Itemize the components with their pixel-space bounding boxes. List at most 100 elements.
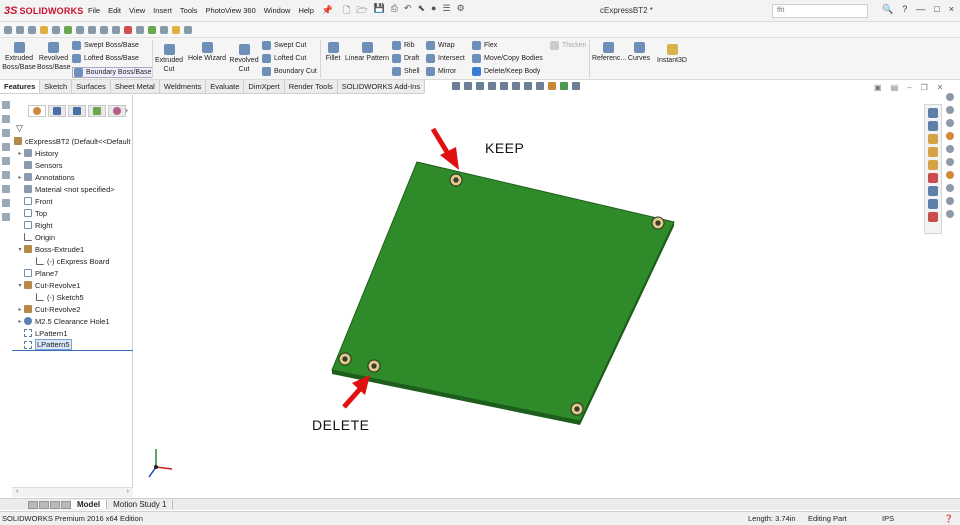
crossing-icon[interactable] [88,25,96,34]
flex-button[interactable]: Flex [472,41,497,50]
file-explorer-icon[interactable] [928,147,938,157]
hide-show-icon[interactable] [536,82,544,90]
menu-photoview[interactable]: PhotoView 360 [205,4,255,17]
shell-button[interactable]: Shell [392,67,420,76]
view-palette-icon[interactable] [928,160,938,170]
smart-dimension-icon[interactable] [4,25,12,34]
mounting-hole[interactable] [651,216,665,230]
tab-weldments[interactable]: Weldments [160,80,207,93]
section-icon[interactable] [64,25,72,34]
revolved-boss-button[interactable]: Revolved Boss/Base [37,42,70,72]
view-icon-5[interactable] [946,145,954,153]
mass-properties-icon[interactable] [52,25,60,34]
maximize-button[interactable]: □ [934,4,939,15]
tree-item-right-plane[interactable]: Right [12,219,133,231]
tree-item-front-plane[interactable]: Front [12,195,133,207]
viewport-close-icon[interactable]: ✕ [937,83,944,92]
viewport-tile-icon[interactable]: ▣ [874,83,882,92]
triad-icon[interactable] [100,25,108,34]
view-icon-7[interactable] [946,171,954,179]
move-copy-bodies-button[interactable]: Move/Copy Bodies [472,54,543,63]
solidworks-logo[interactable]: 3S SOLIDWORKS [0,5,83,17]
swept-boss-button[interactable]: Swept Boss/Base [72,41,139,50]
help-icon[interactable]: ❓ [944,514,953,523]
tree-item-sketch5[interactable]: (-) Sketch5 [12,291,133,303]
feature-manager-tab[interactable] [28,105,46,117]
tree-item-annotations[interactable]: ▸ Annotations [12,171,133,183]
menu-window[interactable]: Window [264,4,291,17]
rebuild-icon[interactable]: ● [431,3,436,19]
menu-help[interactable]: Help [298,4,313,17]
menu-view[interactable]: View [129,4,145,17]
tab-sheet-metal[interactable]: Sheet Metal [111,80,160,93]
tree-item-lpattern1[interactable]: LPattern1 [12,327,133,339]
strip-icon-1[interactable] [2,101,10,109]
forum-icon[interactable] [928,199,938,209]
instant3d-small-icon[interactable] [136,25,144,34]
tree-root[interactable]: cExpressBT2 (Default<<Default [12,135,133,147]
view-icon-8[interactable] [946,184,954,192]
view-icon-4[interactable] [946,132,954,140]
property-manager-tab[interactable] [48,105,66,117]
tab-motion-study[interactable]: Motion Study 1 [107,500,174,509]
save-icon[interactable]: 💾 [374,3,385,19]
close-button[interactable]: × [949,4,954,15]
measure-icon[interactable] [40,25,48,34]
mirror-button[interactable]: Mirror [426,67,456,76]
tab-features[interactable]: Features [0,80,41,93]
select-icon[interactable]: ⬉ [418,3,426,19]
settings-icon[interactable] [184,25,192,34]
dimxpert-manager-tab[interactable] [88,105,106,117]
view-orientation-icon[interactable] [512,82,520,90]
help-button[interactable]: ? [902,4,907,15]
menu-tools[interactable]: Tools [180,4,198,17]
view-icon-3[interactable] [946,119,954,127]
menu-insert[interactable]: Insert [153,4,172,17]
tree-item-plane7[interactable]: Plane7 [12,267,133,279]
unit-system-select[interactable]: IPS [882,514,894,523]
zoom-to-area-icon[interactable] [464,82,472,90]
strip-icon-5[interactable] [2,157,10,165]
options-icon[interactable]: ⚙ [457,3,465,19]
curves-button[interactable]: Curves [626,42,652,63]
scroll-left-icon[interactable]: ‹ [16,488,18,497]
checkmark-icon[interactable] [148,25,156,34]
thicken-button[interactable]: Thicken [550,41,587,50]
minimize-button[interactable]: — [916,4,925,15]
previous-view-icon[interactable] [476,82,484,90]
strip-icon-3[interactable] [2,129,10,137]
last-tab-icon[interactable] [61,500,71,509]
block-icon[interactable] [160,25,168,34]
menu-edit[interactable]: Edit [108,4,121,17]
panel-horizontal-scrollbar[interactable]: ‹ › [12,487,133,497]
swept-cut-button[interactable]: Swept Cut [262,41,306,50]
viewport-split-icon[interactable]: ▤ [891,83,899,92]
tab-addins[interactable]: SOLIDWORKS Add-Ins [338,80,426,93]
view-icon-2[interactable] [946,106,954,114]
scroll-right-icon[interactable]: › [127,488,129,497]
prev-tab-icon[interactable] [39,500,49,509]
revolved-cut-button[interactable]: Revolved Cut [229,44,259,74]
boundary-cut-button[interactable]: Boundary Cut [262,67,317,76]
hole-wizard-button[interactable]: Hole Wizard [186,42,228,63]
extruded-cut-button[interactable]: Extruded Cut [154,44,184,74]
strip-icon-4[interactable] [2,143,10,151]
tree-item-boss-extrude1[interactable]: ▾ Boss-Extrude1 [12,243,133,255]
rotate-icon[interactable] [28,25,36,34]
open-icon[interactable]: 🗁 [356,3,367,19]
display-style-icon[interactable] [524,82,532,90]
intersect-button[interactable]: Intersect [426,54,465,63]
tree-item-history[interactable]: ▸ History [12,147,133,159]
view-icon-10[interactable] [946,210,954,218]
boundary-boss-button[interactable]: Boundary Boss/Base [72,67,154,78]
strip-icon-9[interactable] [2,213,10,221]
appearances-icon[interactable] [928,173,938,183]
tab-sketch[interactable]: Sketch [40,80,73,93]
filter-icon[interactable]: ▽ [16,123,23,134]
pin-icon[interactable]: 📌 [322,5,333,16]
toolbox-icon[interactable] [928,212,938,222]
strip-icon-6[interactable] [2,171,10,179]
tree-item-cexpress-board[interactable]: (-) cExpress Board [12,255,133,267]
tree-item-sensors[interactable]: Sensors [12,159,133,171]
tree-item-top-plane[interactable]: Top [12,207,133,219]
